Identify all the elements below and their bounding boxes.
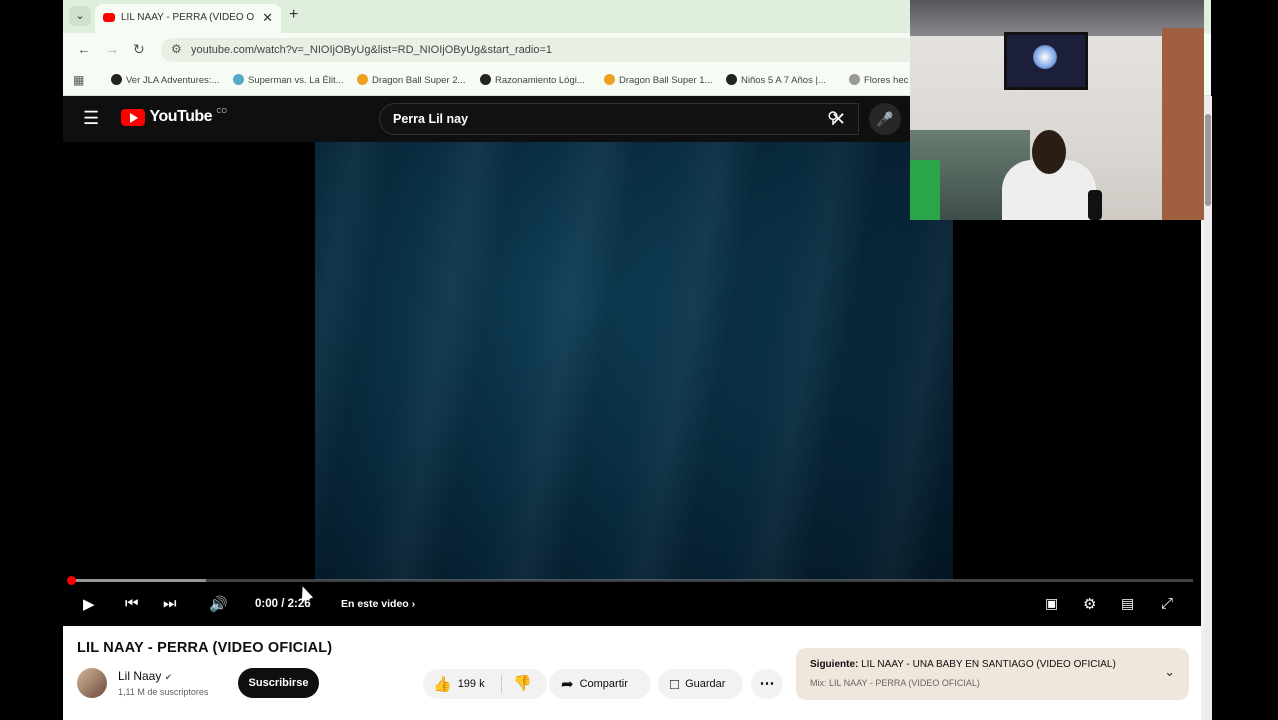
region-code: CO <box>216 108 227 115</box>
bookmark-item[interactable]: Flores hec <box>849 74 908 86</box>
share-arrow-icon: ➦ <box>561 676 574 693</box>
webcam-person-head <box>1032 130 1066 174</box>
up-next-card[interactable]: Siguiente: LIL NAAY - UNA BABY EN SANTIA… <box>796 648 1189 700</box>
bookmark-item[interactable]: Dragon Ball Super 2... <box>357 74 465 86</box>
subscribe-button[interactable]: Suscribirse <box>238 668 319 698</box>
webcam-green-object <box>910 160 940 220</box>
progress-bar[interactable] <box>71 579 1193 582</box>
reload-icon[interactable]: ↻ <box>133 41 145 58</box>
next-icon[interactable]: ⏭ <box>163 595 177 612</box>
thumbs-up-icon[interactable]: 👍 <box>433 676 452 693</box>
hamburger-menu-icon[interactable]: ☰ <box>83 108 99 129</box>
bookmark-favicon-icon <box>233 74 244 85</box>
chapter-label: En este video <box>341 598 409 610</box>
scrubber-handle[interactable] <box>67 576 76 585</box>
tab-title: LIL NAAY - PERRA (VIDEO OFIC <box>121 12 255 23</box>
browser-tab-active[interactable]: LIL NAAY - PERRA (VIDEO OFIC ✕ <box>95 4 281 33</box>
up-next-title: LIL NAAY - UNA BABY EN SANTIAGO (VIDEO O… <box>861 659 1116 670</box>
channel-name-text: Lil Naay <box>118 669 162 683</box>
bookmark-item[interactable]: Razonamiento Lógi... <box>480 74 585 86</box>
video-title: LIL NAAY - PERRA (VIDEO OFICIAL) <box>77 640 333 656</box>
outer-scrollbar[interactable] <box>1204 96 1212 720</box>
new-tab-plus-icon[interactable]: + <box>289 6 298 24</box>
youtube-logo-text: YouTube <box>149 108 213 125</box>
outer-scrollbar-thumb[interactable] <box>1205 114 1211 206</box>
microphone-icon[interactable]: 🎤 <box>869 103 901 135</box>
more-actions-icon[interactable]: ⋯ <box>751 669 783 699</box>
site-info-icon[interactable]: ⚙ <box>171 42 182 56</box>
bookmark-favicon-icon <box>357 74 368 85</box>
webcam-overlay <box>910 0 1204 220</box>
save-label: Guardar <box>685 678 726 690</box>
search-query-text: Perra Lil nay <box>393 112 469 126</box>
share-label: Compartir <box>579 678 628 690</box>
apps-grid-icon[interactable]: ▦ <box>73 73 84 87</box>
divider <box>501 675 502 693</box>
bookmark-favicon-icon <box>849 74 860 85</box>
back-arrow-icon[interactable]: ← <box>77 41 91 57</box>
fullscreen-icon[interactable]: ⤢ <box>1161 595 1173 612</box>
youtube-logo[interactable]: YouTube CO <box>121 108 227 126</box>
bookmark-favicon-icon <box>604 74 615 85</box>
bookmark-favicon-icon <box>726 74 737 85</box>
save-button[interactable]: □ Guardar <box>658 669 743 699</box>
video-info-section: LIL NAAY - PERRA (VIDEO OFICIAL) Lil Naa… <box>63 626 1201 720</box>
previous-icon[interactable]: ⏮ <box>125 595 139 612</box>
like-dislike-group: 👍 199 k 👎 <box>423 669 547 699</box>
tab-search-chevron-icon[interactable]: ⌄ <box>69 6 91 26</box>
bookmark-favicon-icon <box>480 74 491 85</box>
thumbs-down-icon[interactable]: 👎 <box>513 669 532 699</box>
play-icon[interactable]: ▶ <box>83 595 95 613</box>
like-count[interactable]: 199 k <box>458 678 485 690</box>
screen: ⌄ LIL NAAY - PERRA (VIDEO OFIC ✕ + ← → ↻… <box>0 0 1278 720</box>
bookmark-icon: □ <box>670 676 680 693</box>
up-next-label: Siguiente: <box>810 659 859 670</box>
share-button[interactable]: ➦ Compartir <box>549 669 651 699</box>
video-fabric-texture <box>315 142 953 580</box>
search-input[interactable]: Perra Lil nay ✕ <box>379 103 859 135</box>
bookmark-item[interactable]: Niños 5 A 7 Años |... <box>726 74 826 86</box>
bookmark-item[interactable]: Ver JLA Adventures:... <box>111 74 219 86</box>
channel-name[interactable]: Lil Naay ✔ <box>118 669 172 683</box>
channel-avatar[interactable] <box>77 668 107 698</box>
settings-gear-icon[interactable]: ⚙ <box>1083 595 1096 613</box>
search-icon[interactable]: ⚲ <box>813 103 853 135</box>
webcam-door <box>1162 28 1204 220</box>
verified-check-icon: ✔ <box>164 672 173 682</box>
bookmark-item[interactable]: Dragon Ball Super 1... <box>604 74 712 86</box>
youtube-logo-icon <box>121 108 145 126</box>
webcam-microphone <box>1088 190 1102 220</box>
url-text: youtube.com/watch?v=_NIOIjOByUg&list=RD_… <box>191 44 553 56</box>
subtitles-icon[interactable]: ▣ <box>1045 595 1058 612</box>
webcam-tv <box>1004 32 1088 90</box>
forward-arrow-icon[interactable]: → <box>105 41 119 57</box>
chapter-button[interactable]: En este video › <box>341 598 415 610</box>
subscriber-count: 1,11 M de suscriptores <box>118 687 209 697</box>
close-tab-icon[interactable]: ✕ <box>262 10 273 26</box>
progress-buffered <box>71 579 206 582</box>
volume-icon[interactable]: 🔊 <box>209 595 228 613</box>
youtube-favicon-icon <box>103 13 115 22</box>
chevron-down-icon[interactable]: ⌄ <box>1164 664 1175 680</box>
webcam-ceiling <box>910 0 1204 36</box>
bookmark-item[interactable]: Superman vs. La Élit... <box>233 74 344 86</box>
miniplayer-icon[interactable]: ▤ <box>1121 595 1134 612</box>
bookmark-favicon-icon <box>111 74 122 85</box>
mix-title: Mix: LIL NAAY - PERRA (VIDEO OFICIAL) <box>810 678 980 688</box>
up-next-line: Siguiente: LIL NAAY - UNA BABY EN SANTIA… <box>810 659 1116 670</box>
